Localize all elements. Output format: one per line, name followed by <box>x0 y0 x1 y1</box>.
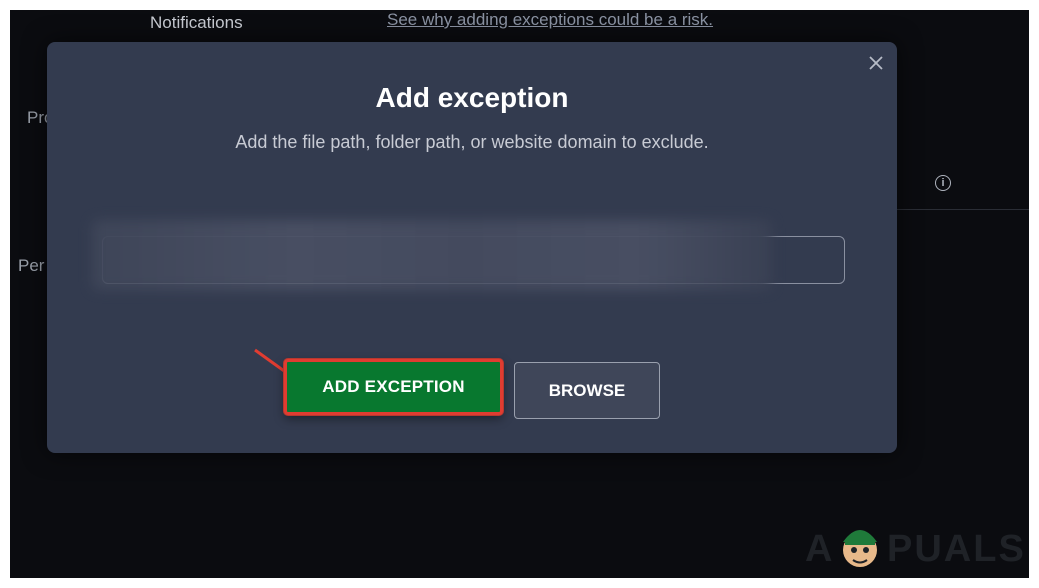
risk-info-link[interactable]: See why adding exceptions could be a ris… <box>387 10 713 30</box>
close-icon[interactable] <box>867 54 885 72</box>
info-icon[interactable]: i <box>935 175 951 191</box>
redacted-area <box>92 220 772 290</box>
dialog-title: Add exception <box>375 82 569 113</box>
app-window: Notifications See why adding exceptions … <box>10 10 1029 578</box>
watermark-logo: A PUALS <box>805 520 1025 578</box>
mascot-icon <box>843 530 877 567</box>
watermark-text: PUALS <box>887 528 1026 570</box>
browse-button[interactable]: BROWSE <box>514 362 660 419</box>
add-exception-button[interactable]: ADD EXCEPTION <box>284 359 503 415</box>
nav-notifications[interactable]: Notifications <box>150 13 243 33</box>
background-label: Per <box>18 256 45 275</box>
dialog-subtitle: Add the file path, folder path, or websi… <box>235 132 709 152</box>
divider <box>897 209 1029 210</box>
watermark-letter: A <box>805 528 835 570</box>
add-exception-dialog: Add exception Add the file path, folder … <box>47 42 897 453</box>
